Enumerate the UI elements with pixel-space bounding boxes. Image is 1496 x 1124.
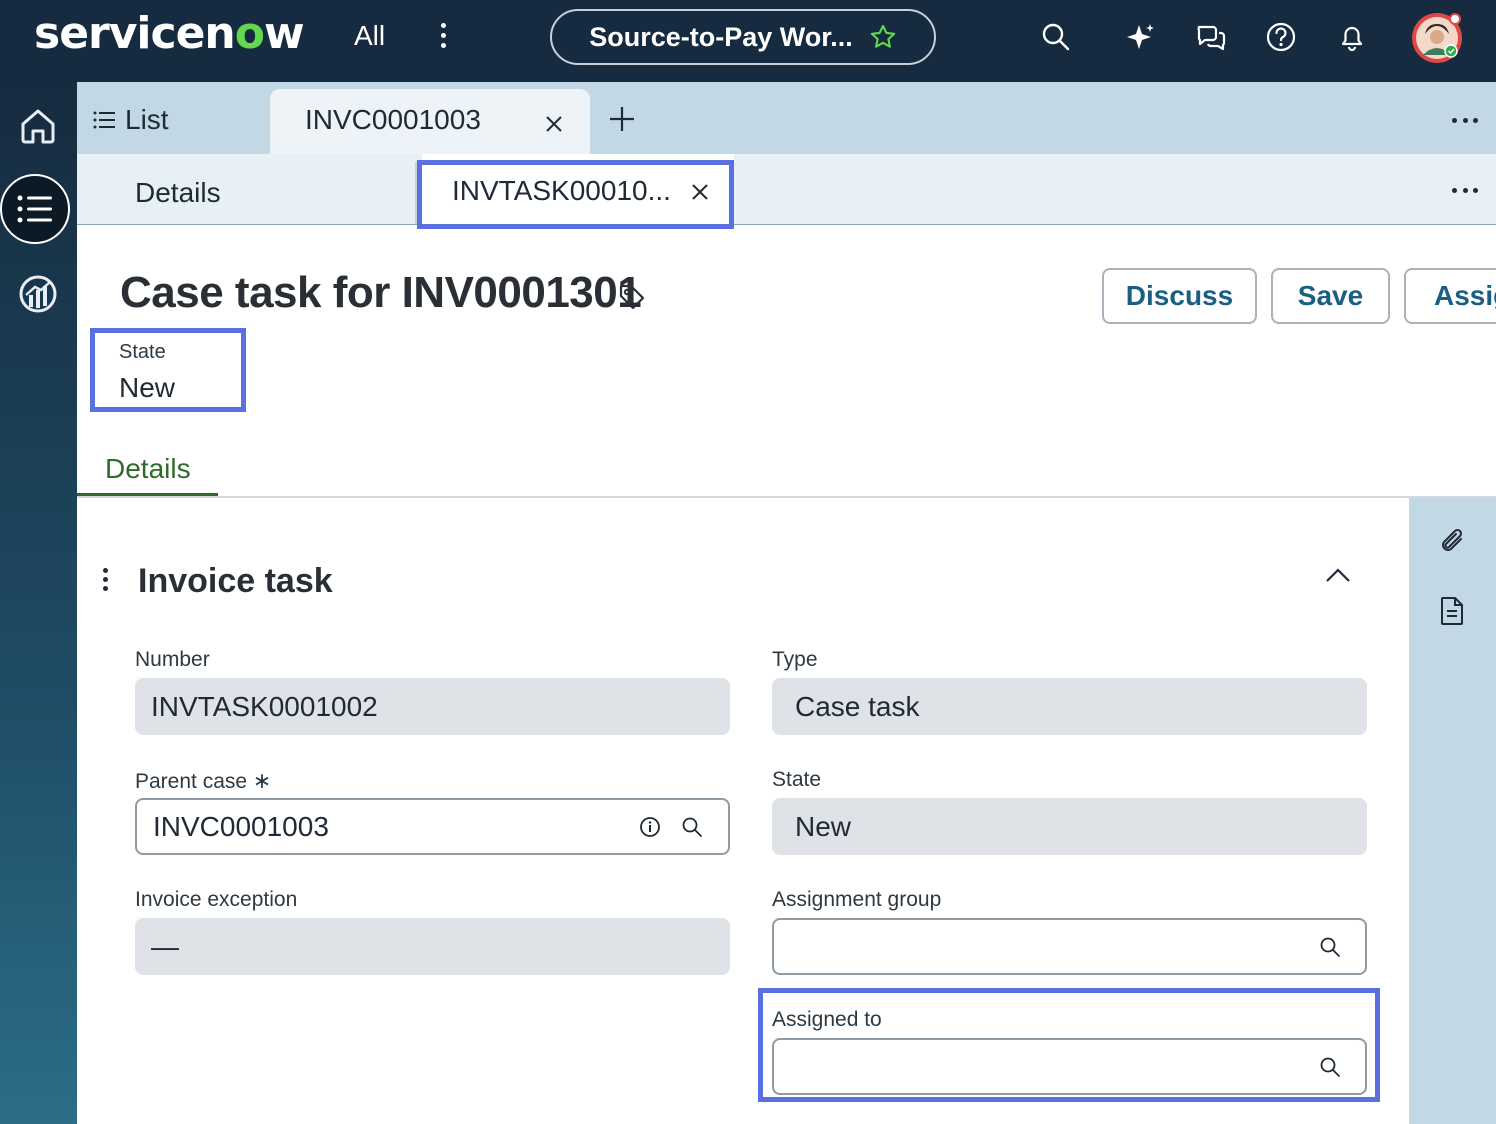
search-icon[interactable] <box>1319 936 1341 958</box>
parent-case-field[interactable]: INVC0001003 <box>135 798 730 855</box>
close-icon[interactable] <box>545 115 563 133</box>
state-value: New <box>795 810 852 842</box>
number-value: INVTASK0001002 <box>151 690 378 722</box>
header-state-value: New <box>119 372 176 403</box>
state-label: State <box>772 768 822 791</box>
sparkle-icon[interactable] <box>1123 19 1159 55</box>
header-state-label: State <box>119 341 166 363</box>
assigned-to-label: Assigned to <box>772 1008 882 1031</box>
star-icon[interactable] <box>869 23 897 51</box>
type-value: Case task <box>795 690 920 722</box>
tag-icon[interactable] <box>618 283 646 311</box>
type-field[interactable]: Case task <box>772 678 1367 735</box>
tab-list[interactable]: List <box>93 104 169 136</box>
page-title: Case task for INV0001301 <box>120 268 642 317</box>
invoice-exception-value: — <box>151 930 179 962</box>
servicenow-logo[interactable]: servicenow <box>34 8 305 59</box>
more-options-icon[interactable] <box>1452 188 1478 196</box>
analytics-icon <box>19 275 57 313</box>
bell-icon[interactable] <box>1334 19 1370 55</box>
search-icon[interactable] <box>1038 19 1074 55</box>
search-icon[interactable] <box>1319 1056 1341 1078</box>
invoice-exception-field: — <box>135 918 730 975</box>
chat-icon[interactable] <box>1193 19 1229 55</box>
required-icon: ∗ <box>252 768 272 793</box>
save-button[interactable]: Save <box>1271 268 1390 324</box>
tab-invtask-record[interactable]: INVTASK00010... <box>422 154 734 226</box>
home-button[interactable] <box>10 98 66 154</box>
avatar[interactable] <box>1410 10 1466 66</box>
info-icon[interactable] <box>639 816 661 838</box>
invoice-exception-label: Invoice exception <box>135 888 298 911</box>
list-lines-icon <box>93 111 115 129</box>
divider <box>77 496 1496 498</box>
chevron-up-icon[interactable] <box>1324 566 1352 584</box>
form-tab-details[interactable]: Details <box>105 453 191 485</box>
search-icon[interactable] <box>681 816 703 838</box>
number-field: INVTASK0001002 <box>135 678 730 735</box>
more-menu-icon[interactable] <box>432 18 454 58</box>
workspace-selector[interactable]: Source-to-Pay Wor... <box>550 9 936 65</box>
assignment-group-label: Assignment group <box>772 888 942 911</box>
help-icon[interactable] <box>1263 19 1299 55</box>
number-label: Number <box>135 648 210 671</box>
add-tab-icon[interactable] <box>609 106 635 132</box>
list-nav-button[interactable] <box>0 174 70 244</box>
type-label: Type <box>772 648 818 671</box>
top-navigation-bar: servicenow All Source-to-Pay Wor... <box>0 0 1496 82</box>
all-menu-button[interactable]: All <box>354 20 385 52</box>
assign-button[interactable]: Assig <box>1404 268 1496 324</box>
discuss-button[interactable]: Discuss <box>1102 268 1257 324</box>
section-title: Invoice task <box>138 562 333 600</box>
tab-list-label: List <box>125 104 169 135</box>
close-icon[interactable] <box>692 184 708 200</box>
analytics-button[interactable] <box>10 266 66 322</box>
left-navigation-rail <box>0 82 77 1124</box>
tab-details[interactable]: Details <box>135 177 221 209</box>
tab-invtask-record-label: INVTASK00010... <box>452 175 671 206</box>
tab-divider <box>415 162 417 224</box>
workspace-label: Source-to-Pay Wor... <box>589 21 853 52</box>
tab-invc-record[interactable]: INVC0001003 <box>270 89 590 154</box>
assignment-group-field[interactable] <box>772 918 1367 975</box>
parent-case-label: Parent case ∗ <box>135 768 272 793</box>
assigned-to-field[interactable] <box>772 1038 1367 1095</box>
contextual-side-panel <box>1409 498 1496 1124</box>
paperclip-icon[interactable] <box>1439 526 1467 556</box>
secondary-tab-bar: Details INVTASK00010... <box>77 154 1496 226</box>
state-field[interactable]: New <box>772 798 1367 855</box>
list-icon <box>17 195 52 223</box>
parent-case-value: INVC0001003 <box>153 810 329 842</box>
home-icon <box>21 109 55 144</box>
primary-tab-bar: List INVC0001003 <box>77 82 1496 154</box>
section-menu-icon[interactable] <box>103 568 111 594</box>
more-options-icon[interactable] <box>1452 118 1478 126</box>
tab-invc-record-label: INVC0001003 <box>305 104 481 135</box>
document-icon[interactable] <box>1439 596 1465 626</box>
